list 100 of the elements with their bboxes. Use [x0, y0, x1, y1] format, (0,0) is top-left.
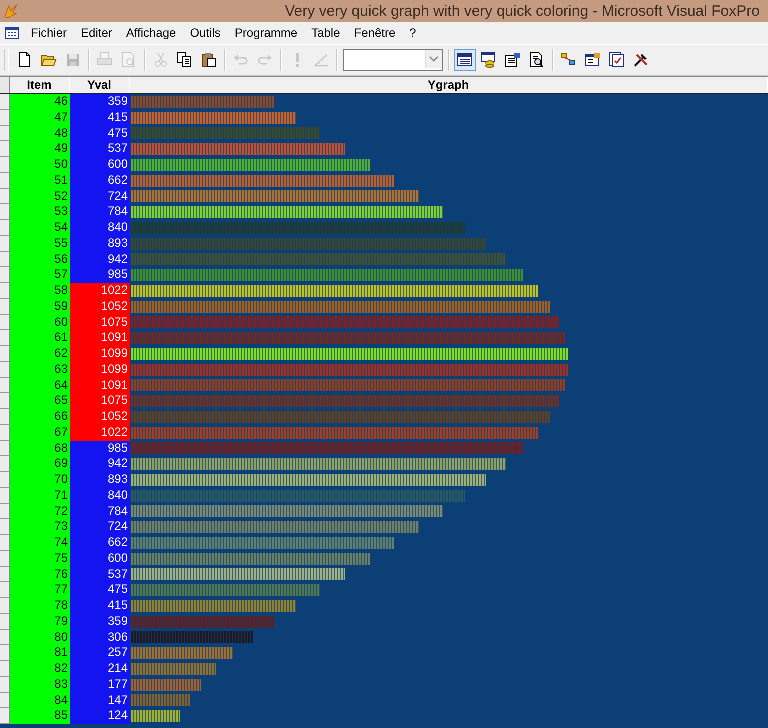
table-cell: 62	[10, 346, 70, 362]
column-header[interactable]: Item	[10, 77, 70, 93]
row-selector[interactable]	[0, 566, 10, 582]
row-selector[interactable]	[0, 692, 10, 708]
row-selector[interactable]	[0, 126, 10, 142]
table-cell: 54	[10, 220, 70, 236]
menu-item[interactable]: Fichier	[24, 24, 74, 42]
row-selector[interactable]	[0, 283, 10, 299]
row-selector[interactable]	[0, 630, 10, 646]
table-cell: 724	[70, 188, 130, 204]
table-cell: 74	[10, 535, 70, 551]
row-selector[interactable]	[0, 236, 10, 252]
row-selector[interactable]	[0, 645, 10, 661]
menu-item[interactable]: Table	[304, 24, 348, 42]
table-cell: 51	[10, 172, 70, 188]
table-cell: 80	[10, 630, 70, 646]
row-selector[interactable]	[0, 94, 10, 110]
row-selector[interactable]	[0, 110, 10, 126]
row-selector[interactable]	[0, 582, 10, 598]
fox-icon	[3, 3, 19, 19]
table-cell: 56	[10, 252, 70, 268]
table-cell: 1091	[70, 378, 130, 394]
table-cell: 600	[70, 157, 130, 173]
table-cell: 78	[10, 598, 70, 614]
row-selector[interactable]	[0, 188, 10, 204]
row-selector[interactable]	[0, 708, 10, 724]
row-selector[interactable]	[0, 598, 10, 614]
table-cell: 79	[10, 614, 70, 630]
table-cell: 124	[70, 708, 130, 724]
column-header[interactable]: Yval	[70, 77, 130, 93]
row-selector[interactable]	[0, 614, 10, 630]
column-header[interactable]: Ygraph	[130, 77, 768, 93]
table-cell: 81	[10, 645, 70, 661]
row-selector[interactable]	[0, 488, 10, 504]
menu-item[interactable]: Editer	[74, 24, 120, 42]
row-selector[interactable]	[0, 267, 10, 283]
table-cell: 53	[10, 204, 70, 220]
table-cell: 84	[10, 692, 70, 708]
table-cell: 58	[10, 283, 70, 299]
row-selector[interactable]	[0, 409, 10, 425]
table-cell: 46	[10, 94, 70, 110]
row-selector[interactable]	[0, 424, 10, 440]
table-cell: 985	[70, 267, 130, 283]
table-cell: 415	[70, 110, 130, 126]
menu-item[interactable]: ?	[402, 24, 424, 42]
table-cell: 475	[70, 126, 130, 142]
window-menu-icon[interactable]	[5, 27, 19, 39]
table-cell: 840	[70, 220, 130, 236]
row-selector[interactable]	[0, 440, 10, 456]
row-selector[interactable]	[0, 504, 10, 520]
table-cell: 1075	[70, 393, 130, 409]
table-cell: 68	[10, 440, 70, 456]
menu-item[interactable]: Programme	[228, 24, 305, 42]
table-cell: 76	[10, 566, 70, 582]
window-icon[interactable]	[454, 49, 476, 71]
row-selector[interactable]	[0, 141, 10, 157]
row-selector[interactable]	[0, 393, 10, 409]
table-cell: 63	[10, 362, 70, 378]
table-cell: 662	[70, 535, 130, 551]
row-selector[interactable]	[0, 362, 10, 378]
table-cell: 306	[70, 630, 130, 646]
table-cell: 840	[70, 488, 130, 504]
table-cell: 60	[10, 314, 70, 330]
row-selector[interactable]	[0, 252, 10, 268]
table-cell: 177	[70, 676, 130, 692]
table-cell: 359	[70, 614, 130, 630]
menu-item[interactable]: Affichage	[119, 24, 184, 42]
table-cell: 985	[70, 440, 130, 456]
table-cell: 942	[70, 252, 130, 268]
table-cell: 82	[10, 661, 70, 677]
table-cell: 475	[70, 582, 130, 598]
row-selector[interactable]	[0, 519, 10, 535]
table-cell: 147	[70, 692, 130, 708]
row-selector[interactable]	[0, 330, 10, 346]
table-cell: 48	[10, 126, 70, 142]
menu-item[interactable]: Fenêtre	[347, 24, 403, 42]
table-cell: 784	[70, 504, 130, 520]
table-cell: 85	[10, 708, 70, 724]
menu-item[interactable]: Outils	[183, 24, 228, 42]
table-cell: 50	[10, 157, 70, 173]
table-cell: 1052	[70, 409, 130, 425]
row-selector[interactable]	[0, 661, 10, 677]
table-cell: 893	[70, 472, 130, 488]
row-selector[interactable]	[0, 314, 10, 330]
row-selector[interactable]	[0, 378, 10, 394]
table-cell: 52	[10, 188, 70, 204]
row-selector[interactable]	[0, 676, 10, 692]
row-selector[interactable]	[0, 204, 10, 220]
table-cell: 415	[70, 598, 130, 614]
row-selector[interactable]	[0, 550, 10, 566]
row-selector[interactable]	[0, 472, 10, 488]
row-selector[interactable]	[0, 298, 10, 314]
row-selector[interactable]	[0, 157, 10, 173]
row-selector[interactable]	[0, 456, 10, 472]
row-selector[interactable]	[0, 220, 10, 236]
row-selector[interactable]	[0, 346, 10, 362]
toolbar-combo[interactable]	[343, 49, 443, 71]
row-selector[interactable]	[0, 535, 10, 551]
row-selector[interactable]	[0, 172, 10, 188]
table-cell: 72	[10, 504, 70, 520]
